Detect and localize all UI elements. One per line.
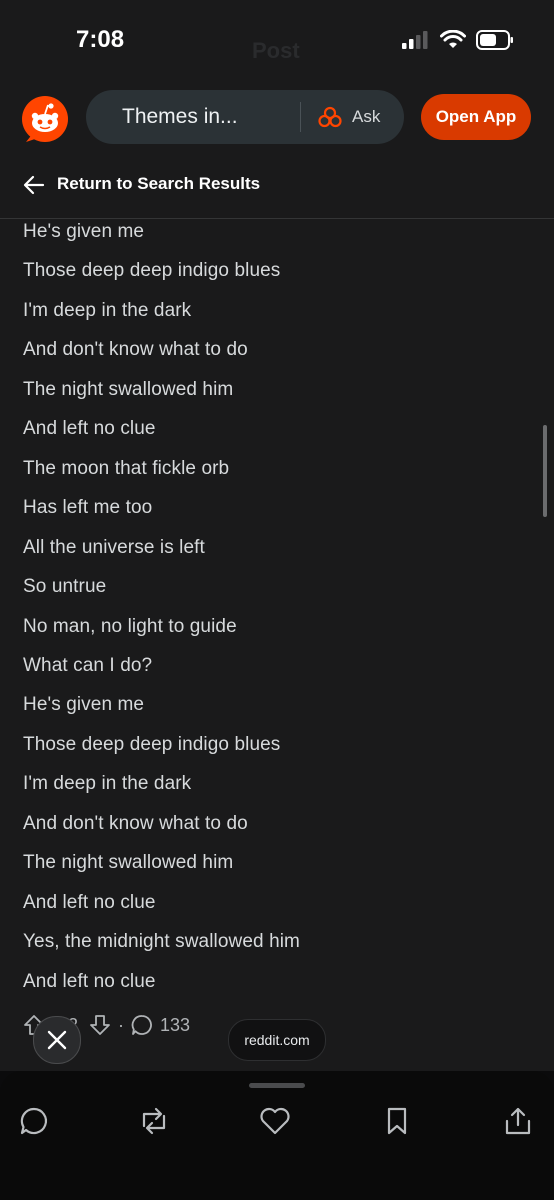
open-app-button[interactable]: Open App — [421, 94, 531, 140]
lyric-line: And left no clue — [23, 970, 156, 992]
ask-answers-icon — [318, 106, 342, 128]
search-query-text: Themes in... — [122, 105, 238, 128]
lyric-line: And don't know what to do — [23, 812, 248, 834]
reply-icon[interactable] — [18, 1105, 50, 1137]
top-nav: Themes in... Ask Open App — [0, 84, 554, 152]
lyric-line: Those deep deep indigo blues — [23, 733, 281, 755]
downvote-icon[interactable] — [88, 1013, 112, 1037]
reddit-logo-icon[interactable] — [22, 96, 68, 142]
lyric-line: So untrue — [23, 576, 107, 598]
search-pill[interactable]: Themes in... Ask — [86, 90, 404, 144]
lyric-line: The moon that fickle orb — [23, 457, 230, 479]
back-arrow-icon[interactable] — [22, 173, 46, 197]
post-body: He's given me Those deep deep indigo blue… — [0, 219, 554, 1071]
share-icon[interactable] — [502, 1105, 534, 1137]
like-icon[interactable] — [259, 1105, 291, 1137]
domain-pill[interactable]: reddit.com — [228, 1019, 326, 1061]
page-ghost-title: Post — [252, 38, 300, 63]
repost-icon[interactable] — [138, 1105, 170, 1137]
battery-icon — [476, 30, 513, 50]
ask-label: Ask — [352, 107, 381, 126]
close-button[interactable] — [33, 1016, 81, 1064]
lyric-line: The night swallowed him — [23, 378, 234, 400]
lyric-line: Those deep deep indigo blues — [23, 260, 281, 282]
scrollbar[interactable] — [543, 425, 547, 517]
wifi-icon — [440, 30, 466, 48]
status-icons — [402, 30, 514, 50]
lyric-line: I'm deep in the dark — [23, 299, 192, 321]
lyric-line: Yes, the midnight swallowed him — [23, 931, 300, 953]
lyric-line: He's given me — [23, 694, 145, 716]
ask-button[interactable]: Ask — [318, 90, 380, 144]
bookmark-icon[interactable] — [381, 1105, 413, 1137]
bottom-toolbar — [0, 1071, 554, 1200]
comment-count: 133 — [160, 1014, 191, 1035]
lyric-line: All the universe is left — [23, 536, 205, 558]
lyric-line: I'm deep in the dark — [23, 773, 192, 795]
pill-divider — [300, 102, 301, 132]
return-to-search-bar[interactable]: Return to Search Results — [0, 152, 554, 219]
comment-icon[interactable] — [130, 1013, 154, 1037]
lyric-line: No man, no light to guide — [23, 615, 237, 637]
lyric-line: He's given me — [23, 221, 145, 242]
lyric-line: And left no clue — [23, 891, 156, 913]
status-bar: 7:08 Post — [0, 0, 554, 84]
lyric-line: Has left me too — [23, 497, 153, 519]
lyric-line: And don't know what to do — [23, 339, 248, 361]
status-time: 7:08 — [76, 26, 125, 53]
close-icon — [47, 1030, 67, 1050]
sheet-handle[interactable] — [249, 1083, 305, 1088]
lyric-line: And left no clue — [23, 418, 156, 440]
lyric-line: The night swallowed him — [23, 852, 234, 874]
cellular-signal-icon — [402, 31, 428, 49]
return-to-search-label[interactable]: Return to Search Results — [57, 174, 260, 194]
lyric-line: What can I do? — [23, 654, 153, 676]
separator-dot: · — [118, 1014, 125, 1035]
